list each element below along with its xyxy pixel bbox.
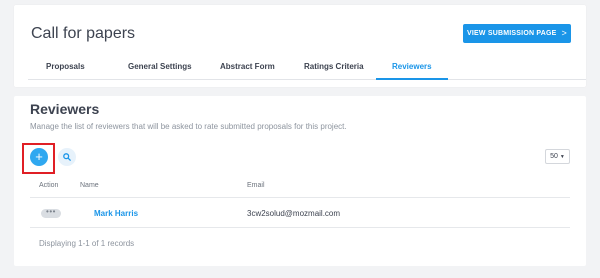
header-card: Call for papers VIEW SUBMISSION PAGE > P… (14, 5, 586, 87)
reviewer-email: 3cw2solud@mozmail.com (247, 209, 341, 218)
tab-reviewers[interactable]: Reviewers (376, 56, 448, 80)
search-icon (63, 153, 71, 161)
tab-abstract-form[interactable]: Abstract Form (196, 56, 286, 80)
page-size-value: 50 (550, 153, 558, 160)
section-description: Manage the list of reviewers that will b… (30, 122, 347, 131)
page-title: Call for papers (31, 25, 136, 42)
reviewer-name-link[interactable]: Mark Harris (94, 209, 138, 218)
plus-icon: + (35, 149, 43, 164)
tab-proposals[interactable]: Proposals (28, 56, 96, 80)
row-divider (30, 227, 570, 228)
chevron-right-icon: > (561, 28, 567, 38)
search-button[interactable] (58, 148, 76, 166)
chevron-down-icon: ▼ (559, 153, 565, 160)
column-header-name: Name (80, 182, 99, 189)
tab-bar: Proposals General Settings Abstract Form… (28, 56, 586, 80)
tab-general-settings-label: General Settings (128, 62, 192, 71)
row-actions-button[interactable]: ••• (41, 207, 61, 218)
tab-ratings-criteria-label: Ratings Criteria (304, 62, 364, 71)
tab-abstract-form-label: Abstract Form (220, 62, 275, 71)
reviewers-card: Reviewers Manage the list of reviewers t… (14, 96, 586, 266)
records-count: Displaying 1-1 of 1 records (39, 239, 135, 248)
column-header-email: Email (247, 182, 265, 189)
tab-reviewers-label: Reviewers (392, 62, 432, 71)
view-submission-page-label: VIEW SUBMISSION PAGE (467, 30, 557, 37)
column-header-action: Action (39, 182, 59, 189)
page-size-select[interactable]: 50 ▼ (545, 149, 570, 164)
tab-general-settings[interactable]: General Settings (96, 56, 196, 80)
header-divider (30, 197, 570, 198)
add-reviewer-button[interactable]: + (30, 148, 48, 166)
view-submission-page-button[interactable]: VIEW SUBMISSION PAGE > (463, 24, 571, 43)
more-horizontal-icon: ••• (46, 207, 56, 216)
tab-ratings-criteria[interactable]: Ratings Criteria (286, 56, 376, 80)
section-title: Reviewers (30, 101, 100, 117)
tab-proposals-label: Proposals (46, 62, 85, 71)
